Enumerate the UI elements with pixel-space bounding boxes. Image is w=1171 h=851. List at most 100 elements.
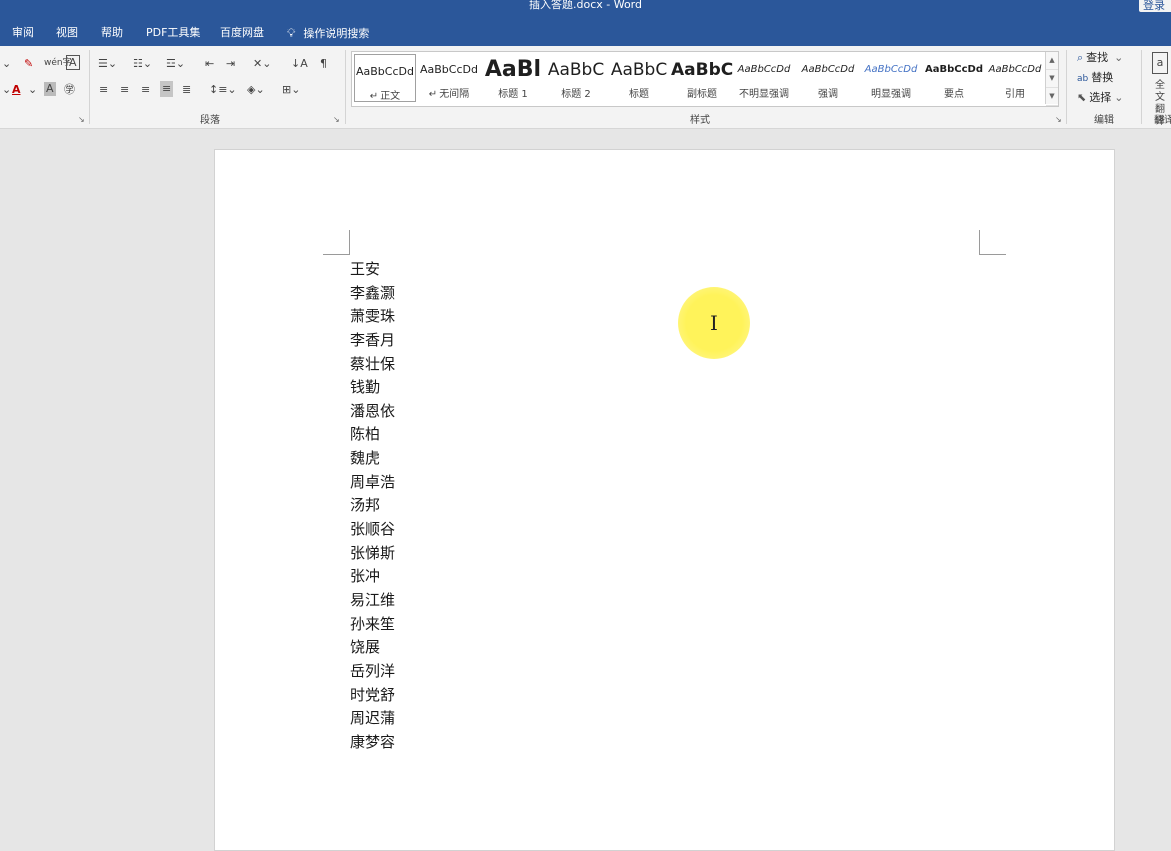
document-line[interactable]: 饶展 [350, 636, 395, 660]
dialog-launcher-icon[interactable]: ↘ [1055, 115, 1062, 124]
style-item[interactable]: AaBbCcDd 引用 [984, 53, 1046, 103]
align-left-icon[interactable]: ≡ [99, 82, 108, 98]
dialog-launcher-icon[interactable]: ↘ [78, 115, 85, 124]
translate-icon[interactable]: a [1152, 52, 1168, 74]
style-sample: AaBbCcDd [988, 64, 1042, 75]
font-color-icon[interactable]: A [12, 82, 21, 98]
align-center-icon[interactable]: ≡ [120, 82, 129, 98]
dialog-launcher-icon[interactable]: ↘ [333, 115, 340, 124]
document-line[interactable]: 汤邦 [350, 494, 395, 518]
distributed-icon[interactable]: ≣ [182, 82, 191, 98]
chinese-layout-icon[interactable]: ✕⌄ [253, 56, 271, 72]
tab-pdf-tools[interactable]: PDF工具集 [146, 20, 200, 46]
document-line[interactable]: 张冲 [350, 565, 395, 589]
document-line[interactable]: 李鑫灏 [350, 282, 395, 306]
document-line[interactable]: 易江维 [350, 589, 395, 613]
show-marks-icon[interactable]: ¶ [320, 56, 327, 72]
document-line[interactable]: 钱勤 [350, 376, 395, 400]
document-line[interactable]: 蔡壮保 [350, 353, 395, 377]
document-line[interactable]: 李香月 [350, 329, 395, 353]
document-line[interactable]: 岳列洋 [350, 660, 395, 684]
style-name-label: 明显强调 [871, 89, 911, 100]
enclose-characters-icon[interactable]: ㊫ [64, 82, 75, 98]
style-item[interactable]: AaBl 标题 1 [482, 53, 544, 103]
style-item[interactable]: AaBbCcDd ↵ 正文 [354, 54, 416, 102]
style-sample: AaBbCcDd [420, 63, 478, 76]
sort-icon[interactable]: ↓A [291, 56, 308, 72]
document-line[interactable]: 孙来笙 [350, 613, 395, 637]
style-item[interactable]: AaBbC 标题 2 [545, 53, 607, 103]
style-name-label: 副标题 [687, 89, 717, 100]
ribbon: ⌄ ✎ wén字 A ⌄ A ⌄ A ㊫ ↘ ☰⌄ ☷⌄ ☲⌄ ⇤ ⇥ ✕⌄ ↓… [0, 46, 1171, 129]
group-separator [89, 50, 90, 124]
gallery-up-icon[interactable]: ▲ [1046, 52, 1058, 70]
document-line[interactable]: 张顺谷 [350, 518, 395, 542]
style-item[interactable]: AaBbCcDd 不明显强调 [733, 53, 795, 103]
character-shading-icon[interactable]: A [44, 82, 56, 96]
document-line[interactable]: 张悌斯 [350, 542, 395, 566]
replace-icon: ab [1077, 74, 1089, 84]
style-item[interactable]: AaBbCcDd 要点 [923, 53, 985, 103]
gallery-scrollbar[interactable]: ▲ ▼ ▼ [1045, 52, 1058, 106]
document-line[interactable]: 陈柏 [350, 423, 395, 447]
tab-view[interactable]: 视图 [56, 20, 78, 46]
style-sample: AaBbCcDd [801, 64, 855, 75]
style-item[interactable]: AaBbC 标题 [608, 53, 670, 103]
decrease-indent-icon[interactable]: ⇤ [205, 56, 214, 72]
select-button[interactable]: ⬉ 选择 ⌄ [1077, 90, 1123, 106]
style-sample: AaBbCcDd [925, 64, 983, 75]
chevron-down-icon[interactable]: ⌄ [2, 56, 11, 72]
tell-me-label: 操作说明搜索 [303, 27, 370, 40]
name-list[interactable]: 王安 李鑫灏 萧雯珠 李香月 蔡壮保 钱勤 潘恩依 陈柏 魏虎 周卓浩 汤邦 张顺谷 张悌斯 张冲 易江维孙… [350, 258, 395, 754]
tab-baidu-netdisk[interactable]: 百度网盘 [220, 20, 264, 46]
document-line[interactable]: 王安 [350, 258, 395, 282]
find-button[interactable]: ⌕ 查找 ⌄ [1077, 50, 1123, 66]
document-line[interactable]: 萧雯珠 [350, 305, 395, 329]
document-line[interactable]: 潘恩依 [350, 400, 395, 424]
document-area[interactable]: 王安 李鑫灏 萧雯珠 李香月 蔡壮保 钱勤 潘恩依 陈柏 魏虎 周卓浩 汤邦 张顺谷 张悌斯 张冲 易江维孙… [0, 129, 1171, 851]
text-cursor-icon: I [710, 311, 718, 335]
style-name: 强调 [797, 85, 859, 100]
style-name-label: 不明显强调 [739, 89, 789, 100]
align-right-icon[interactable]: ≡ [141, 82, 150, 98]
document-line[interactable]: 时党舒 [350, 684, 395, 708]
bullets-icon[interactable]: ☰⌄ [98, 56, 117, 72]
document-line[interactable]: 周卓浩 [350, 471, 395, 495]
gallery-more-icon[interactable]: ▼ [1046, 88, 1058, 106]
style-name-label: 标题 1 [498, 89, 528, 100]
character-border-icon[interactable]: A [66, 55, 80, 70]
style-item[interactable]: AaBbCcDd 明显强调 [860, 53, 922, 103]
borders-icon[interactable]: ⊞⌄ [282, 82, 300, 98]
style-item[interactable]: AaBbCcDd 强调 [797, 53, 859, 103]
document-line[interactable]: 魏虎 [350, 447, 395, 471]
tab-help[interactable]: 帮助 [101, 20, 123, 46]
style-item[interactable]: AaBbCcDd ↵ 无间隔 [418, 53, 480, 103]
document-page[interactable]: 王安 李鑫灏 萧雯珠 李香月 蔡壮保 钱勤 潘恩依 陈柏 魏虎 周卓浩 汤邦 张顺谷 张悌斯 张冲 易江维孙… [214, 149, 1115, 851]
ribbon-tab-row: 审阅 视图 帮助 PDF工具集 百度网盘 💡︎ 操作说明搜索 [0, 20, 1171, 46]
tab-review[interactable]: 审阅 [12, 20, 34, 46]
replace-button[interactable]: ab 替换 [1077, 70, 1113, 87]
gallery-down-icon[interactable]: ▼ [1046, 70, 1058, 88]
multilevel-list-icon[interactable]: ☲⌄ [166, 56, 185, 72]
style-sample: AaBbCcDd [864, 64, 918, 75]
editing-group-label: 编辑 [1094, 115, 1114, 126]
line-spacing-icon[interactable]: ↕≡⌄ [209, 82, 237, 98]
style-sample: AaBl [484, 59, 542, 82]
tell-me-search[interactable]: 💡︎ 操作说明搜索 [287, 20, 369, 46]
justify-icon[interactable]: ≡ [160, 81, 174, 97]
document-line[interactable]: 周迟蒲 [350, 707, 395, 731]
sign-in-button[interactable]: 登录 [1139, 0, 1171, 12]
shading-icon[interactable]: ◈⌄ [247, 82, 265, 98]
margin-corner-mark [323, 230, 350, 255]
margin-corner-mark [979, 230, 1006, 255]
document-line[interactable]: 康梦容 [350, 731, 395, 755]
paragraph-mark-icon: ↵ [428, 89, 438, 100]
chevron-down-icon[interactable]: ⌄ [2, 82, 11, 98]
style-name: 引用 [984, 85, 1046, 100]
style-item[interactable]: AaBbC 副标题 [671, 53, 733, 103]
chevron-down-icon[interactable]: ⌄ [28, 82, 37, 98]
numbering-icon[interactable]: ☷⌄ [133, 56, 152, 72]
increase-indent-icon[interactable]: ⇥ [226, 56, 235, 72]
clear-formatting-icon[interactable]: ✎ [24, 56, 33, 72]
paragraph-mark-icon: ↵ [369, 91, 379, 102]
